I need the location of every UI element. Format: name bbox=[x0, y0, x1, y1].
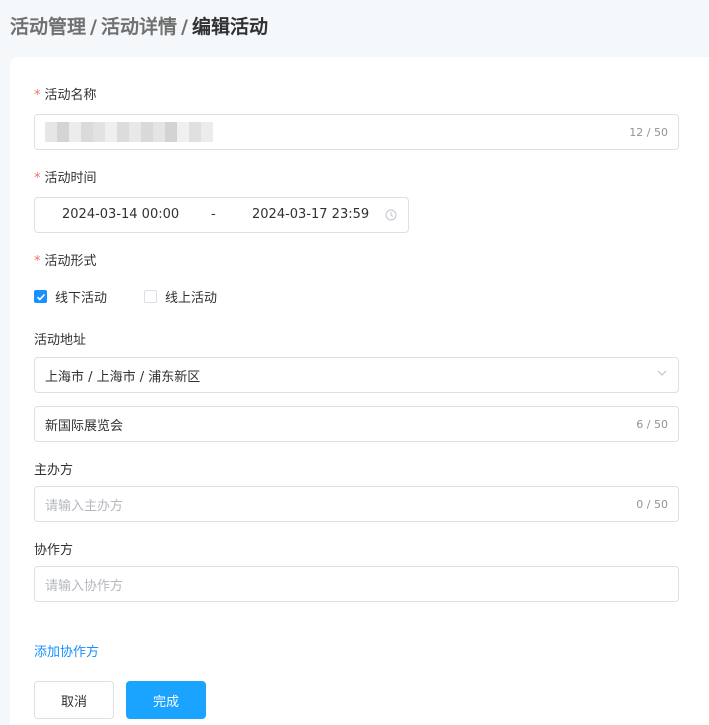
add-co-organizer-link[interactable]: 添加协作方 bbox=[34, 641, 99, 660]
start-datetime[interactable]: 2024-03-14 00:00 bbox=[62, 207, 179, 222]
activity-name-input[interactable]: 12 / 50 bbox=[34, 114, 679, 150]
address-detail-input[interactable]: 新国际展览会 6 / 50 bbox=[34, 406, 679, 442]
activity-time-range-picker[interactable]: 2024-03-14 00:00 - 2024-03-17 23:59 bbox=[34, 197, 409, 233]
activity-name-count: 12 / 50 bbox=[629, 125, 668, 139]
chevron-down-icon[interactable] bbox=[656, 367, 668, 383]
organizer-placeholder: 请输入主办方 bbox=[45, 498, 124, 514]
checkbox-online-label: 线上活动 bbox=[165, 291, 218, 306]
breadcrumb-item-activity-detail[interactable]: 活动详情 bbox=[101, 16, 177, 38]
address-detail-value: 新国际展览会 bbox=[45, 418, 124, 434]
checkbox-offline[interactable]: 线下活动 bbox=[34, 287, 107, 306]
activity-format-label: * 活动形式 bbox=[34, 254, 97, 269]
co-organizer-placeholder: 请输入协作方 bbox=[45, 578, 124, 594]
required-mark: * bbox=[34, 171, 41, 186]
edit-activity-form: * 活动名称 12 / 50 * 活动时间 2024-03-14 00:00 - 2… bbox=[10, 57, 709, 725]
cancel-button[interactable]: 取消 bbox=[34, 681, 114, 719]
breadcrumb-separator: / bbox=[180, 16, 188, 38]
required-mark: * bbox=[34, 254, 41, 269]
range-separator: - bbox=[211, 207, 216, 222]
redacted-value bbox=[45, 122, 629, 142]
checkbox-unchecked-icon[interactable] bbox=[144, 290, 157, 303]
checkbox-checked-icon[interactable] bbox=[34, 290, 47, 303]
end-datetime[interactable]: 2024-03-17 23:59 bbox=[252, 207, 369, 222]
breadcrumb-item-activity-management[interactable]: 活动管理 bbox=[10, 16, 86, 38]
activity-address-label: 活动地址 bbox=[34, 333, 87, 348]
organizer-label: 主办方 bbox=[34, 463, 74, 478]
organizer-count: 0 / 50 bbox=[636, 497, 668, 511]
activity-time-label: * 活动时间 bbox=[34, 171, 97, 186]
breadcrumb-separator: / bbox=[90, 16, 97, 38]
region-value: 上海市 / 上海市 / 浦东新区 bbox=[45, 369, 201, 385]
co-organizer-input[interactable]: 请输入协作方 bbox=[34, 566, 679, 602]
checkbox-offline-label: 线下活动 bbox=[55, 291, 108, 306]
submit-button[interactable]: 完成 bbox=[126, 681, 206, 719]
co-organizer-label: 协作方 bbox=[34, 543, 74, 558]
checkbox-online[interactable]: 线上活动 bbox=[144, 287, 217, 306]
clock-icon bbox=[385, 209, 397, 225]
organizer-input[interactable]: 请输入主办方 0 / 50 bbox=[34, 486, 679, 522]
required-mark: * bbox=[34, 88, 41, 103]
breadcrumb: 活动管理 / 活动详情 / 编辑活动 bbox=[10, 12, 268, 39]
activity-name-label: * 活动名称 bbox=[34, 88, 97, 103]
breadcrumb-item-edit-activity: 编辑活动 bbox=[191, 16, 268, 38]
address-detail-count: 6 / 50 bbox=[636, 417, 668, 431]
region-cascader[interactable]: 上海市 / 上海市 / 浦东新区 bbox=[34, 357, 679, 393]
